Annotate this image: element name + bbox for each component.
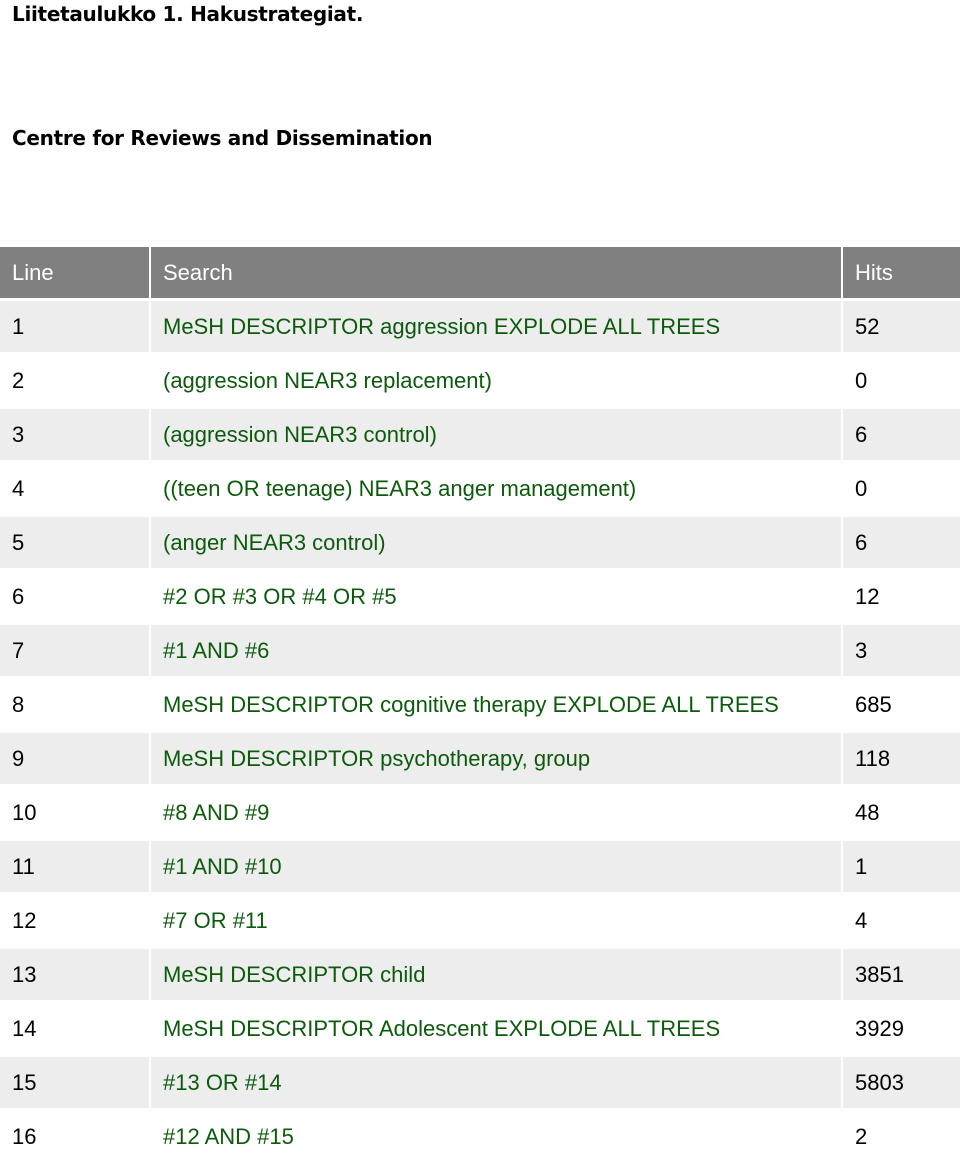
search-query-cell: #13 OR #14 — [149, 1057, 841, 1111]
hits-count-cell: 685 — [841, 679, 960, 733]
line-number-cell: 12 — [0, 895, 149, 949]
table-row: 8 MeSH DESCRIPTOR cognitive therapy EXPLO… — [0, 679, 960, 733]
line-number-cell: 3 — [0, 409, 149, 463]
hits-count-cell: 12 — [841, 571, 960, 625]
table-header: Line Search Hits — [0, 247, 960, 301]
table-row: 3 (aggression NEAR3 control) 6 — [0, 409, 960, 463]
search-query-cell: (anger NEAR3 control) — [149, 517, 841, 571]
line-number-cell: 4 — [0, 463, 149, 517]
search-query-cell: (aggression NEAR3 control) — [149, 409, 841, 463]
hits-count-cell: 3 — [841, 625, 960, 679]
hits-count-cell: 0 — [841, 463, 960, 517]
line-number-cell: 14 — [0, 1003, 149, 1057]
search-query-cell: MeSH DESCRIPTOR cognitive therapy EXPLOD… — [149, 679, 841, 733]
table-row: 16 #12 AND #15 2 — [0, 1111, 960, 1165]
search-query-cell: ((teen OR teenage) NEAR3 anger managemen… — [149, 463, 841, 517]
search-query-cell: MeSH DESCRIPTOR psychotherapy, group — [149, 733, 841, 787]
hits-count-cell: 6 — [841, 409, 960, 463]
hits-count-cell: 1 — [841, 841, 960, 895]
hits-count-cell: 5803 — [841, 1057, 960, 1111]
line-number-cell: 5 — [0, 517, 149, 571]
line-number-cell: 13 — [0, 949, 149, 1003]
line-number-cell: 8 — [0, 679, 149, 733]
search-query-cell: #2 OR #3 OR #4 OR #5 — [149, 571, 841, 625]
table-row: 5 (anger NEAR3 control) 6 — [0, 517, 960, 571]
hits-count-cell: 0 — [841, 355, 960, 409]
table-row: 2 (aggression NEAR3 replacement) 0 — [0, 355, 960, 409]
line-number-cell: 15 — [0, 1057, 149, 1111]
table-row: 7 #1 AND #6 3 — [0, 625, 960, 679]
table-row: 14 MeSH DESCRIPTOR Adolescent EXPLODE ALL… — [0, 1003, 960, 1057]
search-query-cell: MeSH DESCRIPTOR aggression EXPLODE ALL T… — [149, 301, 841, 355]
page-title: Liitetaulukko 1. Hakustrategiat. — [12, 2, 364, 26]
hits-count-cell: 2 — [841, 1111, 960, 1165]
search-query-cell: #7 OR #11 — [149, 895, 841, 949]
hits-count-cell: 4 — [841, 895, 960, 949]
search-query-cell: (aggression NEAR3 replacement) — [149, 355, 841, 409]
hits-count-cell: 52 — [841, 301, 960, 355]
table-row: 6 #2 OR #3 OR #4 OR #5 12 — [0, 571, 960, 625]
search-query-cell: MeSH DESCRIPTOR child — [149, 949, 841, 1003]
line-number-cell: 6 — [0, 571, 149, 625]
search-query-cell: #12 AND #15 — [149, 1111, 841, 1165]
hits-count-cell: 6 — [841, 517, 960, 571]
line-number-cell: 11 — [0, 841, 149, 895]
table-row: 11 #1 AND #10 1 — [0, 841, 960, 895]
hits-count-cell: 48 — [841, 787, 960, 841]
column-header-hits: Hits — [841, 247, 960, 301]
table-row: 10 #8 AND #9 48 — [0, 787, 960, 841]
search-query-cell: #8 AND #9 — [149, 787, 841, 841]
line-number-cell: 7 — [0, 625, 149, 679]
hits-count-cell: 118 — [841, 733, 960, 787]
search-strategy-table: Line Search Hits 1 MeSH DESCRIPTOR aggres… — [0, 247, 960, 1165]
line-number-cell: 2 — [0, 355, 149, 409]
search-query-cell: #1 AND #6 — [149, 625, 841, 679]
line-number-cell: 16 — [0, 1111, 149, 1165]
column-header-search: Search — [149, 247, 841, 301]
hits-count-cell: 3929 — [841, 1003, 960, 1057]
table-row: 4 ((teen OR teenage) NEAR3 anger manageme… — [0, 463, 960, 517]
table-row: 12 #7 OR #11 4 — [0, 895, 960, 949]
table-row: 9 MeSH DESCRIPTOR psychotherapy, group 118 — [0, 733, 960, 787]
table-row: 1 MeSH DESCRIPTOR aggression EXPLODE ALL … — [0, 301, 960, 355]
column-header-line: Line — [0, 247, 149, 301]
hits-count-cell: 3851 — [841, 949, 960, 1003]
search-query-cell: #1 AND #10 — [149, 841, 841, 895]
line-number-cell: 9 — [0, 733, 149, 787]
section-heading: Centre for Reviews and Dissemination — [12, 126, 433, 150]
line-number-cell: 10 — [0, 787, 149, 841]
table-row: 15 #13 OR #14 5803 — [0, 1057, 960, 1111]
table-row: 13 MeSH DESCRIPTOR child 3851 — [0, 949, 960, 1003]
table-header-row: Line Search Hits — [0, 247, 960, 301]
search-query-cell: MeSH DESCRIPTOR Adolescent EXPLODE ALL T… — [149, 1003, 841, 1057]
table-body: 1 MeSH DESCRIPTOR aggression EXPLODE ALL … — [0, 301, 960, 1165]
line-number-cell: 1 — [0, 301, 149, 355]
